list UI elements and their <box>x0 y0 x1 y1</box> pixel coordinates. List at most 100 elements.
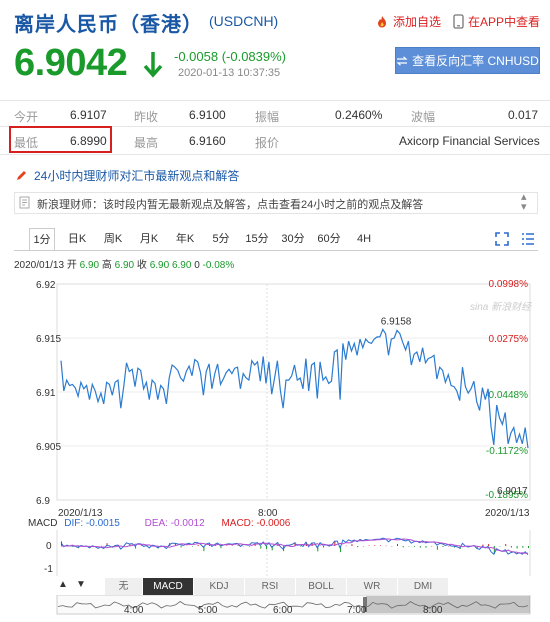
macd-bar <box>414 546 416 547</box>
macd-value: MACD: -0.0006 <box>221 518 291 529</box>
macd-bar <box>482 544 484 546</box>
reverse-rate-label: 查看反向汇率 CNHUSD <box>412 54 539 68</box>
reverse-rate-button[interactable]: 查看反向汇率 CNHUSD <box>395 47 540 74</box>
macd-dif: DIF: -0.0015 <box>64 518 120 529</box>
pen-icon <box>17 171 26 180</box>
swap-icon <box>396 55 408 66</box>
last-price: 6.9042 <box>14 42 128 84</box>
y-right-tick-label: 0.0998% <box>489 279 529 290</box>
tab-5min[interactable]: 5分 <box>209 228 233 250</box>
macd-bar <box>402 546 404 548</box>
macd-bar <box>266 546 268 550</box>
indicator-wr[interactable]: WR <box>347 578 398 595</box>
macd-bar <box>368 545 370 546</box>
time-8: 8:00 <box>423 605 443 616</box>
macd-bar <box>197 544 199 546</box>
indicator-macd[interactable]: MACD <box>143 578 194 595</box>
quote-time: 2020-01-13 10:37:35 <box>178 67 281 79</box>
scroll-down-icon[interactable]: ▼ <box>76 579 86 590</box>
period-tabs: 1分 日K 周K 月K 年K 5分 15分 30分 60分 4H <box>14 228 538 251</box>
macd-title: MACD <box>28 518 58 529</box>
indicator-kdj[interactable]: KDJ <box>194 578 245 595</box>
page-title: 离岸人民币（香港） <box>14 14 203 36</box>
tab-weekly[interactable]: 周K <box>101 228 125 250</box>
fullscreen-icon[interactable] <box>495 232 509 246</box>
y-tick-label: 6.905 <box>36 442 61 453</box>
symbol-code: (USDCNH) <box>209 13 279 29</box>
macd-bar <box>322 546 324 548</box>
macd-tick-neg1: -1 <box>44 564 53 575</box>
scroll-up-icon[interactable]: ▲ <box>58 579 68 590</box>
expert-heading-label: 24小时内理财师对汇市最新观点和解答 <box>34 169 240 183</box>
macd-bar <box>385 545 387 547</box>
expert-message-box[interactable]: 新浪理财师：该时段内暂无最新观点及解答，点击查看24小时之前的观点及解答 ▴ ▾ <box>14 192 538 214</box>
indicator-boll[interactable]: BOLL <box>296 578 347 595</box>
tab-daily[interactable]: 日K <box>65 228 89 250</box>
macd-bar <box>180 546 182 548</box>
macd-bar <box>300 546 302 547</box>
tab-1min[interactable]: 1分 <box>29 228 55 251</box>
macd-tick-0: 0 <box>46 541 52 552</box>
macd-bar <box>243 545 245 547</box>
macd-bar <box>345 545 347 547</box>
time-4: 4:00 <box>124 605 144 616</box>
macd-bar <box>374 545 376 546</box>
high-label: 最高 <box>134 136 159 150</box>
price-line <box>60 328 529 449</box>
macd-bar <box>425 546 427 548</box>
macd-bar <box>260 546 262 549</box>
fire-icon <box>378 15 386 27</box>
range-value: 0.017 <box>508 108 539 122</box>
y-right-tick-label: 0.0275% <box>489 334 529 345</box>
tab-4h[interactable]: 4H <box>353 228 375 250</box>
tab-yearly[interactable]: 年K <box>173 228 197 250</box>
macd-bar <box>237 545 239 546</box>
macd-bar <box>448 546 450 547</box>
time-6: 6:00 <box>273 605 293 616</box>
macd-bar <box>248 546 250 547</box>
macd-bar <box>499 546 501 547</box>
open-label: 今开 <box>14 110 39 124</box>
prev-close-value: 6.9100 <box>189 108 226 122</box>
indicator-dmi[interactable]: DMI <box>398 578 449 595</box>
open-app-label: 在APP中查看 <box>468 15 541 29</box>
macd-bar <box>191 546 193 547</box>
indicator-none[interactable]: 无 <box>105 578 143 595</box>
dea-line <box>61 538 528 554</box>
macd-bar <box>436 546 438 550</box>
macd-bar <box>408 546 410 547</box>
tab-60min[interactable]: 60分 <box>315 228 343 250</box>
timeline-navigator[interactable]: 4:00 5:00 6:00 7:00 8:00 <box>0 595 550 622</box>
indicator-rsi[interactable]: RSI <box>245 578 296 595</box>
macd-dea: DEA: -0.0012 <box>144 518 205 529</box>
macd-bar <box>397 543 399 546</box>
add-watchlist-link[interactable]: 添加自选 <box>375 13 441 30</box>
ohlc-info: 2020/01/13 开 6.90 高 6.90 收 6.90 6.90 0 -… <box>14 256 234 271</box>
range-label: 波幅 <box>411 110 436 124</box>
low-highlight-box <box>9 126 112 153</box>
macd-bar <box>431 545 433 547</box>
macd-bar <box>488 543 490 546</box>
price-chart[interactable]: sina 新浪财经 6.92 6.915 6.91 6.905 6.9 0.0998% 0… <box>0 270 550 520</box>
y-tick-label: 6.92 <box>36 280 56 291</box>
macd-chart: 0 -1 <box>44 530 531 576</box>
stats-row-1: 今开 6.9107 昨收 6.9100 振幅 0.2460% 波幅 0.017 <box>0 100 550 127</box>
macd-bar <box>510 546 512 548</box>
time-7: 7:00 <box>347 605 367 616</box>
list-icon[interactable] <box>521 232 535 246</box>
scroll-arrows-icon[interactable]: ▴ ▾ <box>521 192 527 213</box>
tab-monthly[interactable]: 月K <box>137 228 161 250</box>
expert-heading[interactable]: 24小时内理财师对汇市最新观点和解答 <box>15 167 239 184</box>
navigator-window[interactable] <box>366 596 530 613</box>
macd-bar <box>362 546 364 547</box>
price-change: -0.0058 (-0.0839%) <box>174 49 287 64</box>
tab-30min[interactable]: 30分 <box>279 228 307 250</box>
x-end-label: 2020/1/13 <box>485 508 530 519</box>
tab-15min[interactable]: 15分 <box>243 228 271 250</box>
open-app-link[interactable]: 在APP中查看 <box>453 13 540 30</box>
y-right-tick-label: -0.0448% <box>485 390 528 401</box>
quoter-value: Axicorp Financial Services <box>399 134 540 148</box>
macd-bar <box>516 546 518 549</box>
doc-icon <box>19 196 30 209</box>
high-value: 6.9160 <box>189 134 226 148</box>
